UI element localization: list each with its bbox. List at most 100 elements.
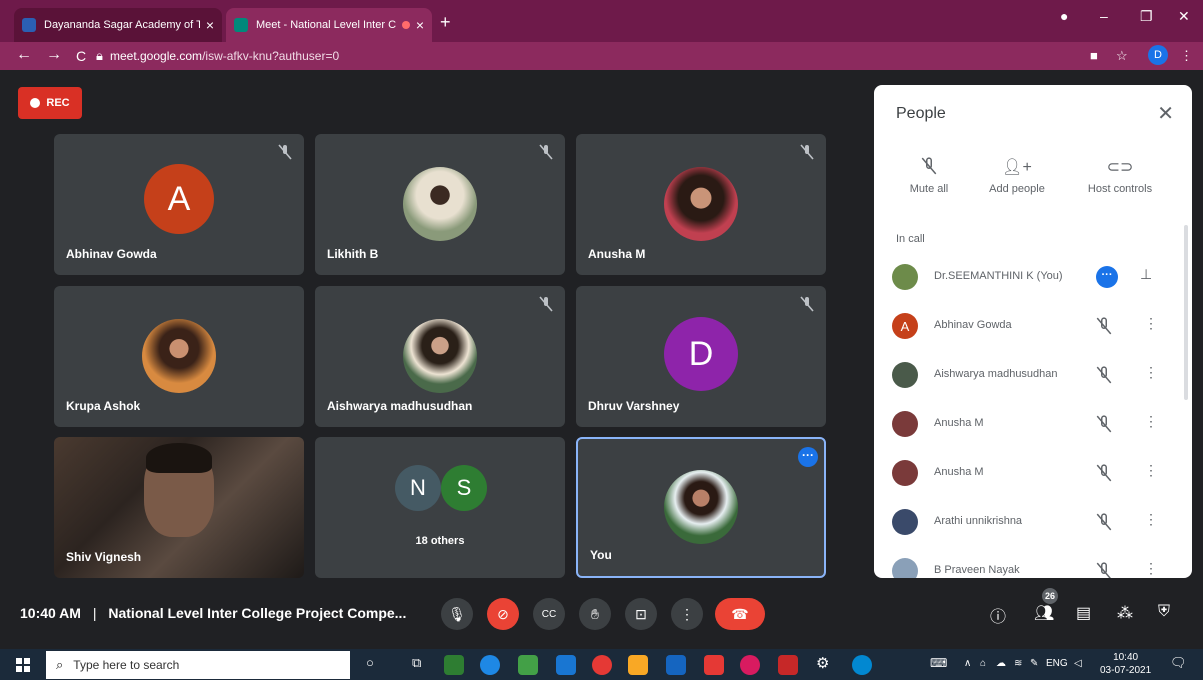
kebab-menu-icon[interactable]: ⋮ (1144, 511, 1158, 528)
participant-row[interactable]: Arathi unnikrishna ⋮ (874, 497, 1192, 545)
host-shield-icon[interactable]: ⛨ (1158, 603, 1170, 621)
mic-off-icon[interactable] (1096, 464, 1112, 482)
clock-time: 10:40 (1113, 652, 1139, 663)
avatar (892, 411, 918, 437)
file-explorer-icon[interactable] (628, 655, 648, 675)
microphone-button[interactable]: 🎙︎ (441, 598, 473, 630)
taskbar-clock[interactable]: 10:40 03-07-2021 (1100, 651, 1151, 677)
self-tile[interactable]: ··· You (576, 437, 826, 578)
chrome-icon[interactable] (592, 655, 612, 675)
participant-name: Dr.SEEMANTHINI K (You) (934, 270, 1063, 282)
restore-button[interactable]: ❐ (1140, 8, 1153, 25)
chrome-icon[interactable] (740, 655, 760, 675)
network-icon[interactable]: ⌂ (980, 658, 986, 669)
keyboard-icon[interactable]: ⌨ (930, 656, 947, 670)
mic-off-icon (906, 157, 952, 183)
settings-icon[interactable]: ⚙ (816, 654, 829, 672)
forward-button[interactable]: → (46, 46, 62, 64)
menu-icon[interactable]: ⋮ (1180, 48, 1193, 64)
keyboard-language[interactable]: ENG (1046, 658, 1068, 669)
kebab-menu-icon[interactable]: ⋮ (1144, 413, 1158, 430)
more-options-icon[interactable]: ··· (798, 447, 818, 467)
windows-start-icon[interactable] (16, 658, 30, 672)
captions-button[interactable]: CC (533, 598, 565, 630)
task-view-icon[interactable]: ⧉ (412, 655, 421, 671)
bookmark-star-icon[interactable]: ☆ (1116, 48, 1128, 64)
leave-call-button[interactable]: ☎︎ (715, 598, 765, 630)
profile-avatar[interactable]: D (1148, 45, 1168, 65)
raise-hand-button[interactable]: ✋︎ (579, 598, 611, 630)
kebab-menu-icon[interactable]: ⋮ (1144, 560, 1158, 577)
host-controls-button[interactable]: ⊂⊃ Host controls (1078, 157, 1162, 195)
participant-tile[interactable]: Krupa Ashok (54, 286, 304, 427)
taskbar-search[interactable]: ⌕ Type here to search (46, 651, 350, 679)
info-icon[interactable]: ⓘ (990, 603, 1006, 627)
activities-icon[interactable]: ⁂ (1117, 603, 1133, 623)
add-people-button[interactable]: 👤︎+ Add people (982, 157, 1052, 195)
close-tab-icon[interactable]: × (416, 17, 424, 33)
pin-icon[interactable]: ⊥ (1140, 266, 1152, 283)
chat-icon[interactable]: ▤ (1076, 603, 1091, 623)
participant-tile[interactable]: Likhith B (315, 134, 565, 275)
mic-off-icon[interactable] (1096, 366, 1112, 384)
close-window-button[interactable]: ✕ (1178, 8, 1190, 25)
kebab-menu-icon[interactable]: ⋮ (1144, 462, 1158, 479)
cloud-icon[interactable]: ☁︎ (996, 658, 1006, 669)
cortana-icon[interactable]: ○ (366, 655, 374, 670)
participant-name: B Praveen Nayak (934, 564, 1020, 576)
tab-meet[interactable]: Meet - National Level Inter C × (226, 8, 432, 42)
camera-icon[interactable]: ■ (1090, 48, 1098, 63)
participant-name: Abhinav Gowda (934, 319, 1012, 331)
participant-row[interactable]: Anusha M ⋮ (874, 448, 1192, 496)
more-options-icon[interactable]: ··· (1096, 266, 1118, 288)
back-button[interactable]: ← (16, 46, 32, 64)
action-label: Add people (989, 183, 1045, 195)
mute-all-button[interactable]: Mute all (906, 157, 952, 195)
participant-row[interactable]: Aishwarya madhusudhan ⋮ (874, 350, 1192, 398)
more-options-button[interactable]: ⋮ (671, 598, 703, 630)
present-button[interactable]: ⊡ (625, 598, 657, 630)
recording-indicator-icon (401, 21, 410, 29)
app-icon[interactable] (852, 655, 872, 675)
app-icon[interactable] (518, 655, 538, 675)
wifi-icon[interactable]: ≋ (1014, 658, 1022, 669)
kebab-menu-icon[interactable]: ⋮ (1144, 364, 1158, 381)
participant-row[interactable]: A Abhinav Gowda ⋮ (874, 301, 1192, 349)
app-icon[interactable] (444, 655, 464, 675)
others-tile[interactable]: N S 18 others (315, 437, 565, 578)
action-label: Mute all (909, 183, 949, 195)
edge-icon[interactable] (480, 655, 500, 675)
participant-name: Aishwarya madhusudhan (934, 368, 1058, 380)
participant-video-tile[interactable]: Shiv Vignesh (54, 437, 304, 578)
dropbox-icon[interactable] (556, 655, 576, 675)
people-icon[interactable]: 👥︎ (1034, 603, 1054, 623)
participant-row[interactable]: Dr.SEEMANTHINI K (You) ··· ⊥ (874, 252, 1192, 300)
participant-tile[interactable]: D Dhruv Varshney (576, 286, 826, 427)
mic-off-icon[interactable] (1096, 317, 1112, 335)
close-tab-icon[interactable]: × (206, 17, 214, 33)
participant-tile[interactable]: Anusha M (576, 134, 826, 275)
minimize-button[interactable]: – (1100, 8, 1108, 24)
participant-tile[interactable]: A Abhinav Gowda (54, 134, 304, 275)
close-panel-button[interactable]: ✕ (1157, 101, 1174, 126)
speaker-icon[interactable]: ◁ (1074, 658, 1082, 669)
notifications-icon[interactable]: 🗨︎ (1170, 655, 1187, 671)
media-icon[interactable]: ● (1060, 8, 1068, 24)
pen-icon[interactable]: ✎ (1030, 658, 1038, 669)
participant-tile[interactable]: Aishwarya madhusudhan (315, 286, 565, 427)
mic-off-icon[interactable] (1096, 513, 1112, 531)
camera-toggle-button[interactable]: ⊘ (487, 598, 519, 630)
reload-button[interactable]: C (76, 48, 86, 64)
tab-dayananda[interactable]: Dayananda Sagar Academy of Te × (14, 8, 222, 42)
participant-row[interactable]: Anusha M ⋮ (874, 399, 1192, 447)
new-tab-button[interactable]: + (440, 12, 451, 33)
tray-chevron-icon[interactable]: ∧ (964, 658, 971, 669)
app-icon[interactable] (666, 655, 686, 675)
kebab-menu-icon[interactable]: ⋮ (1144, 315, 1158, 332)
mic-off-icon[interactable] (1096, 415, 1112, 433)
mic-off-icon[interactable] (1096, 562, 1112, 578)
url-field[interactable]: meet.google.com/isw-afkv-knu?authuser=0 (110, 49, 339, 63)
pdf-reader-icon[interactable] (778, 655, 798, 675)
chrome-icon[interactable] (704, 655, 724, 675)
participant-row[interactable]: B Praveen Nayak ⋮ (874, 546, 1192, 578)
